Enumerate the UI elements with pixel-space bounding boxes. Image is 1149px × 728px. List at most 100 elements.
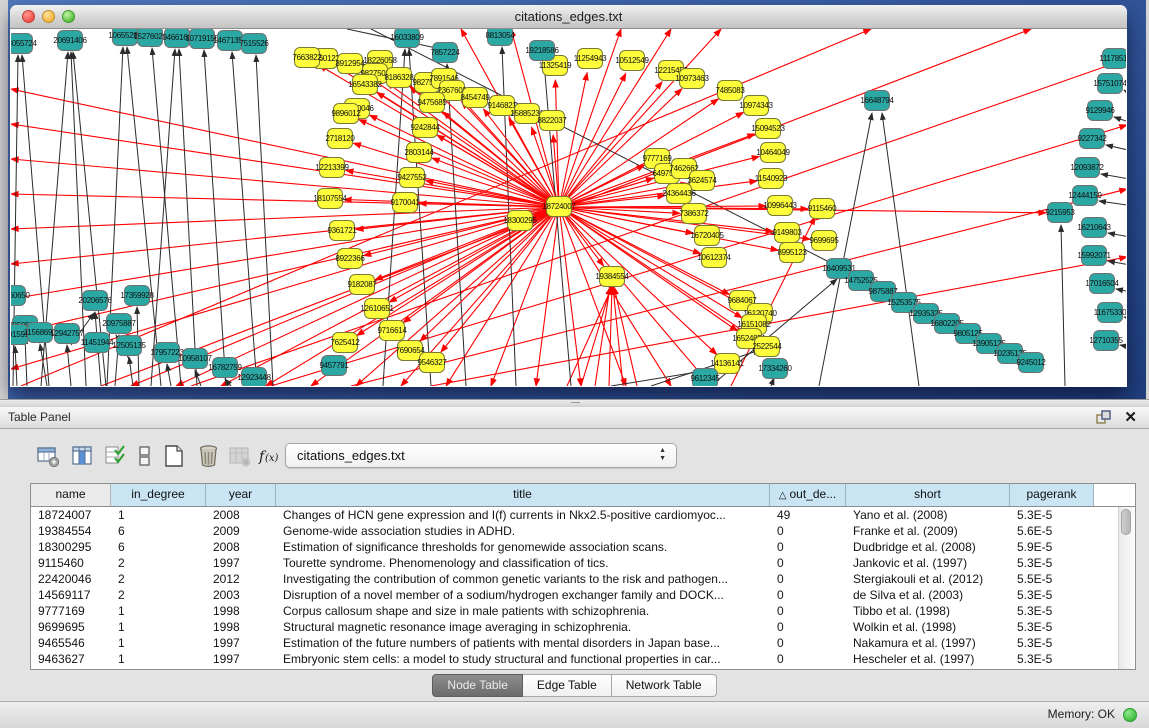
column-header-out_degree[interactable]: △out_de... <box>770 484 846 506</box>
graph-node[interactable]: 12093872 <box>1074 157 1100 178</box>
cell-pagerank[interactable]: 5.3E-5 <box>1010 507 1094 523</box>
graph-node[interactable]: 7625412 <box>332 332 358 353</box>
table-row[interactable]: 1830029562008Estimation of significance … <box>31 539 1135 555</box>
table-row[interactable]: 2242004622012Investigating the contribut… <box>31 571 1135 587</box>
cell-out_degree[interactable]: 0 <box>770 539 846 555</box>
node-table[interactable]: namein_degreeyeartitle△out_de...shortpag… <box>30 483 1136 670</box>
select-all-columns-button[interactable] <box>102 443 130 470</box>
cell-in_degree[interactable]: 1 <box>111 635 206 651</box>
column-header-pagerank[interactable]: pagerank <box>1010 484 1094 506</box>
graph-node[interactable]: 8454749 <box>462 87 488 108</box>
graph-node[interactable]: 11568693 <box>27 322 53 343</box>
graph-node[interactable]: 20691406 <box>57 30 83 51</box>
cell-title[interactable]: Genome-wide association studies in ADHD. <box>276 523 770 539</box>
column-header-title[interactable]: title <box>276 484 770 506</box>
graph-node[interactable]: 18107554 <box>317 188 343 209</box>
cell-short[interactable]: Franke et al. (2009) <box>846 523 1010 539</box>
cell-pagerank[interactable]: 5.6E-5 <box>1010 523 1094 539</box>
table-row[interactable]: 946362711997Embryonic stem cells: a mode… <box>31 651 1135 667</box>
cell-year[interactable]: 2012 <box>206 571 276 587</box>
cell-pagerank[interactable]: 5.5E-5 <box>1010 571 1094 587</box>
graph-node[interactable]: 19218586 <box>529 40 555 61</box>
cell-out_degree[interactable]: 0 <box>770 571 846 587</box>
graph-node[interactable]: 11675330 <box>1097 302 1123 323</box>
cell-pagerank[interactable]: 5.3E-5 <box>1010 587 1094 603</box>
graph-node[interactable]: 10612374 <box>701 247 727 268</box>
graph-node[interactable]: 16648794 <box>864 90 890 111</box>
graph-node[interactable]: 18724007 <box>546 196 572 217</box>
cell-short[interactable]: de Silva et al. (2003) <box>846 587 1010 603</box>
cell-out_degree[interactable]: 0 <box>770 635 846 651</box>
graph-node[interactable]: 20975887 <box>106 313 132 334</box>
graph-node[interactable]: 3624574 <box>689 170 715 191</box>
graph-node[interactable]: 7857224 <box>432 42 458 63</box>
cell-pagerank[interactable]: 5.3E-5 <box>1010 651 1094 667</box>
graph-node[interactable]: 24364436 <box>666 183 692 204</box>
graph-node[interactable]: 9612345 <box>692 368 718 386</box>
cell-name[interactable]: 14569117 <box>31 587 111 603</box>
graph-node[interactable]: 12610651 <box>364 298 390 319</box>
cell-name[interactable]: 22420046 <box>31 571 111 587</box>
cell-short[interactable]: Dudbridge et al. (2008) <box>846 539 1010 555</box>
table-row[interactable]: 1872400712008Changes of HCN gene express… <box>31 507 1135 523</box>
cell-short[interactable]: Tibbo et al. (1998) <box>846 603 1010 619</box>
graph-node[interactable]: 8186328 <box>386 67 412 88</box>
cell-title[interactable]: Embryonic stem cells: a model to study s… <box>276 651 770 667</box>
tab-edge-table[interactable]: Edge Table <box>523 674 612 697</box>
delete-rows-button[interactable] <box>194 443 222 470</box>
column-header-short[interactable]: short <box>846 484 1010 506</box>
column-header-name[interactable]: name <box>31 484 111 506</box>
cell-year[interactable]: 2008 <box>206 507 276 523</box>
graph-node[interactable]: 9699695 <box>811 230 837 251</box>
graph-node[interactable]: 10464049 <box>760 142 786 163</box>
graph-node[interactable]: 18300295 <box>507 210 533 231</box>
graph-node[interactable]: 16210643 <box>1081 217 1107 238</box>
cell-year[interactable]: 2008 <box>206 539 276 555</box>
graph-node[interactable]: 10973463 <box>679 68 705 89</box>
cell-editor-button[interactable] <box>130 443 158 470</box>
cell-name[interactable]: 9465546 <box>31 635 111 651</box>
graph-node[interactable]: 15276021 <box>137 29 163 47</box>
graph-node[interactable]: 10719155 <box>189 29 215 49</box>
cell-out_degree[interactable]: 49 <box>770 507 846 523</box>
graph-node[interactable]: 9245012 <box>1018 352 1044 373</box>
graph-node[interactable]: 12505135 <box>116 335 142 356</box>
cell-short[interactable]: Nakamura et al. (1997) <box>846 635 1010 651</box>
graph-node[interactable]: 19384554 <box>599 266 625 287</box>
graph-node[interactable]: 20206576 <box>82 290 108 311</box>
cell-year[interactable]: 2009 <box>206 523 276 539</box>
graph-node[interactable]: 23055724 <box>11 33 33 54</box>
graph-node[interactable]: 12444159 <box>1072 185 1098 206</box>
graph-node[interactable]: 12942757 <box>54 323 80 344</box>
table-row[interactable]: 969969511998Structural magnetic resonanc… <box>31 619 1135 635</box>
graph-node[interactable]: 2522544 <box>754 336 780 357</box>
graph-canvas[interactable]: 1872400796601238912954182260589827503165… <box>11 29 1126 386</box>
graph-node[interactable]: 9475685 <box>419 92 445 113</box>
graph-node[interactable]: 10512549 <box>619 50 645 71</box>
cell-in_degree[interactable]: 2 <box>111 587 206 603</box>
cell-year[interactable]: 2003 <box>206 587 276 603</box>
close-panel-icon[interactable]: ✕ <box>1124 408 1137 426</box>
cell-in_degree[interactable]: 6 <box>111 523 206 539</box>
graph-node[interactable]: 9427552 <box>399 167 425 188</box>
cell-out_degree[interactable]: 0 <box>770 523 846 539</box>
graph-node[interactable]: 15751074 <box>1097 73 1123 94</box>
graph-node[interactable]: 17957223 <box>154 342 180 363</box>
cell-title[interactable]: Corpus callosum shape and size in male p… <box>276 603 770 619</box>
cell-name[interactable]: 9699695 <box>31 619 111 635</box>
cell-out_degree[interactable]: 0 <box>770 555 846 571</box>
graph-node[interactable]: 17334260 <box>762 358 788 379</box>
graph-node[interactable]: 15094523 <box>755 118 781 139</box>
graph-node[interactable]: 15885231 <box>514 103 540 124</box>
tab-node-table[interactable]: Node Table <box>432 674 523 697</box>
graph-node[interactable]: 17016504 <box>1089 273 1115 294</box>
graph-node[interactable]: 2803144 <box>406 142 432 163</box>
table-row[interactable]: 911546021997Tourette syndrome. Phenomeno… <box>31 555 1135 571</box>
column-header-in_degree[interactable]: in_degree <box>111 484 206 506</box>
graph-node[interactable]: 10958107 <box>182 348 208 369</box>
scrollbar-thumb[interactable] <box>1121 509 1131 535</box>
cell-in_degree[interactable]: 1 <box>111 603 206 619</box>
column-header-year[interactable]: year <box>206 484 276 506</box>
cell-name[interactable]: 9777169 <box>31 603 111 619</box>
graph-node[interactable]: 16033809 <box>394 29 420 48</box>
